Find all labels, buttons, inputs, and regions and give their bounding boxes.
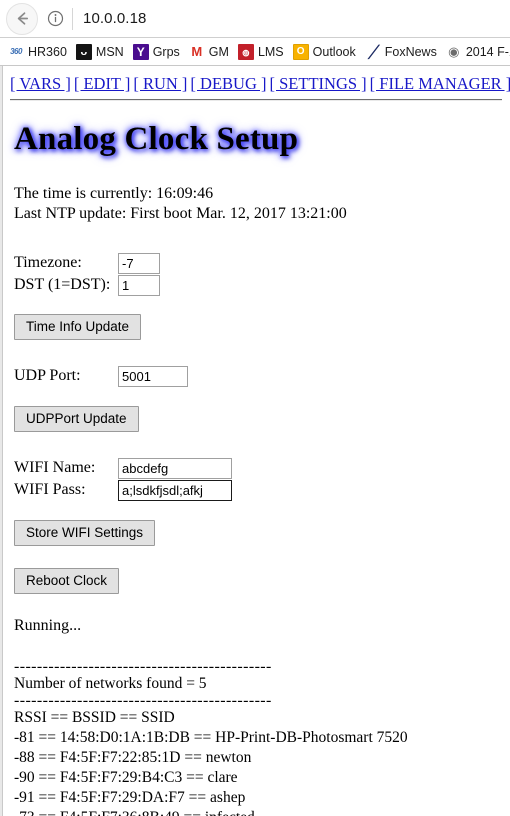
- page-content: [ VARS ][ EDIT ][ RUN ][ DEBUG ][ SETTIN…: [4, 66, 510, 816]
- info-circle-glyph: [47, 10, 63, 27]
- reboot-clock-button[interactable]: Reboot Clock: [14, 568, 120, 594]
- time-info-form: Timezone: DST (1=DST): Time Info Update: [10, 252, 502, 340]
- status-text: Running...: [14, 617, 82, 634]
- timezone-label: Timezone:: [14, 254, 82, 271]
- ntp-update-line: Last NTP update: First boot Mar. 12, 201…: [14, 205, 347, 222]
- wifi-name-row: WIFI Name:: [14, 457, 502, 479]
- hr360-favicon: 360: [8, 43, 24, 60]
- bookmark-label: HR360: [28, 44, 67, 59]
- browser-chrome: 10.0.0.18 360 HR360 ᴗ MSN Y Grps M GM ๏ …: [0, 0, 510, 66]
- back-arrow-icon: [17, 12, 28, 25]
- vertical-scrollbar[interactable]: [0, 66, 3, 816]
- udp-port-update-button[interactable]: UDPPort Update: [14, 406, 139, 432]
- browser-toolbar: 10.0.0.18: [0, 0, 510, 38]
- dst-input[interactable]: [118, 274, 160, 296]
- nav-links: [ VARS ][ EDIT ][ RUN ][ DEBUG ][ SETTIN…: [10, 72, 510, 94]
- globe-favicon: ◉: [445, 43, 462, 60]
- nav-link-vars[interactable]: [ VARS ]: [10, 74, 71, 93]
- network-row: -90 == F4:5F:F7:29:B4:C3 == clare: [14, 769, 238, 786]
- nav-divider: [10, 99, 502, 101]
- bookmark-label: FoxNews: [384, 44, 437, 59]
- store-wifi-settings-button[interactable]: Store WIFI Settings: [14, 520, 156, 546]
- wifi-settings-form: WIFI Name: WIFI Pass: Store WIFI Setting…: [10, 457, 502, 546]
- lms-favicon: ๏: [237, 43, 254, 60]
- page-title: Analog Clock Setup: [14, 121, 299, 157]
- network-row: -91 == F4:5F:F7:29:DA:F7 == ashep: [14, 789, 246, 806]
- timezone-row: Timezone:: [14, 252, 502, 274]
- foxnews-favicon: ╱: [364, 43, 381, 60]
- wifi-pass-label: WIFI Pass:: [14, 481, 86, 498]
- page-viewport: [ VARS ][ EDIT ][ RUN ][ DEBUG ][ SETTIN…: [0, 66, 510, 816]
- bookmark-msn[interactable]: ᴗ MSN: [75, 40, 124, 64]
- msn-favicon: ᴗ: [75, 43, 92, 60]
- nav-link-settings[interactable]: [ SETTINGS ]: [270, 74, 367, 93]
- nav-link-run[interactable]: [ RUN ]: [133, 74, 187, 93]
- network-row: -73 == F4:5F:F7:36:8B:49 == infected: [14, 808, 502, 816]
- bookmark-foxnews[interactable]: ╱ FoxNews: [364, 40, 437, 64]
- yahoo-favicon: Y: [132, 43, 149, 60]
- network-scan-results: ----------------------------------------…: [10, 658, 502, 816]
- network-count-line: Number of networks found = 5: [14, 675, 207, 692]
- gmail-favicon: M: [188, 43, 205, 60]
- bookmark-label: LMS: [257, 44, 284, 59]
- network-row: -81 == 14:58:D0:1A:1B:DB == HP-Print-DB-…: [14, 729, 408, 746]
- bookmark-label: MSN: [95, 44, 124, 59]
- url-input[interactable]: 10.0.0.18: [83, 10, 146, 27]
- outlook-favicon: O: [292, 43, 309, 60]
- nav-link-debug[interactable]: [ DEBUG ]: [190, 74, 266, 93]
- bookmark-hr360[interactable]: 360 HR360: [8, 40, 67, 64]
- wifi-pass-input[interactable]: [118, 479, 232, 501]
- udp-port-input[interactable]: [118, 365, 188, 387]
- udp-port-form: UDP Port: UDPPort Update: [10, 365, 502, 432]
- timezone-input[interactable]: [118, 252, 160, 274]
- bookmark-label: Grps: [152, 44, 180, 59]
- bookmark-label: Outlook: [312, 44, 356, 59]
- bookmark-2014-f-150[interactable]: ◉ 2014 F-150: [445, 40, 510, 64]
- current-time-line: The time is currently: 16:09:46: [14, 185, 214, 202]
- wifi-name-input[interactable]: [118, 457, 232, 479]
- bookmark-outlook[interactable]: O Outlook: [292, 40, 356, 64]
- nav-link-edit[interactable]: [ EDIT ]: [74, 74, 131, 93]
- bookmark-label: 2014 F-150: [465, 44, 510, 59]
- nav-link-file-manager[interactable]: [ FILE MANAGER ]: [370, 74, 510, 93]
- udp-port-label: UDP Port:: [14, 367, 81, 384]
- bookmark-gm[interactable]: M GM: [188, 40, 229, 64]
- time-info-update-button[interactable]: Time Info Update: [14, 314, 142, 340]
- network-row: -88 == F4:5F:F7:22:85:1D == newton: [14, 749, 252, 766]
- bookmark-grps[interactable]: Y Grps: [132, 40, 180, 64]
- bookmark-label: GM: [208, 44, 229, 59]
- address-separator: [72, 7, 73, 30]
- bookmark-lms[interactable]: ๏ LMS: [237, 40, 284, 64]
- dst-row: DST (1=DST):: [14, 274, 502, 296]
- wifi-name-label: WIFI Name:: [14, 459, 96, 476]
- network-table-header: RSSI == BSSID == SSID: [14, 709, 175, 726]
- back-button[interactable]: [6, 2, 38, 35]
- divider-top: ----------------------------------------…: [14, 658, 272, 675]
- udp-port-row: UDP Port:: [14, 365, 502, 387]
- dst-label: DST (1=DST):: [14, 276, 111, 293]
- divider-bottom: ----------------------------------------…: [14, 692, 272, 709]
- wifi-pass-row: WIFI Pass:: [14, 479, 502, 501]
- info-circle-icon[interactable]: [44, 8, 66, 30]
- bookmarks-bar: 360 HR360 ᴗ MSN Y Grps M GM ๏ LMS O Outl…: [0, 38, 510, 66]
